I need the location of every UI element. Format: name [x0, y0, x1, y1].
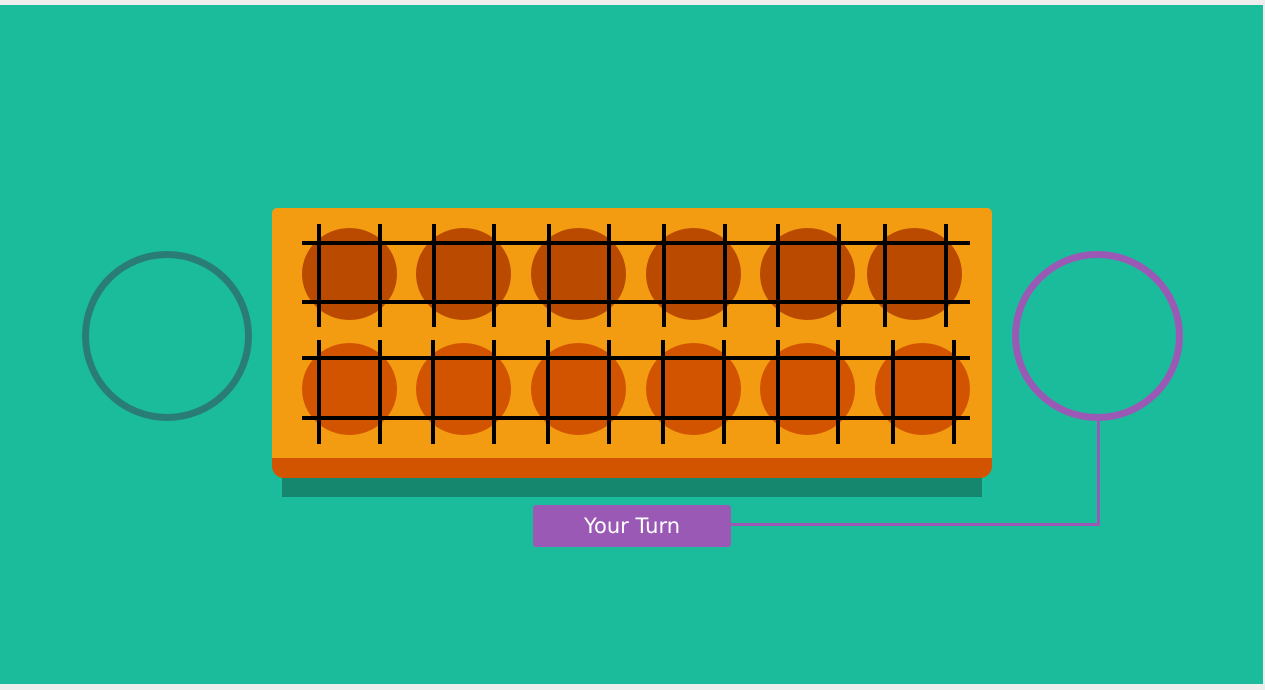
grid-line [378, 340, 382, 444]
grid-line [317, 340, 321, 444]
grid-line [317, 224, 321, 327]
turn-connector-horizontal [730, 523, 1100, 526]
grid-line [776, 340, 780, 444]
grid-line [492, 224, 496, 327]
mancala-board [272, 208, 992, 458]
grid-line [607, 224, 611, 327]
opponent-store [82, 251, 252, 421]
grid-line [662, 224, 666, 327]
grid-line [837, 224, 841, 327]
grid-line [723, 224, 727, 327]
grid-line [431, 340, 435, 444]
grid-line [378, 224, 382, 327]
grid-line [302, 241, 970, 245]
player-store [1012, 251, 1183, 421]
grid-line [952, 340, 956, 444]
grid-line [302, 416, 970, 420]
turn-connector-vertical [1097, 418, 1100, 526]
grid-line [661, 340, 665, 444]
grid-line [302, 300, 970, 304]
grid-line [302, 356, 970, 360]
turn-indicator: Your Turn [533, 505, 731, 547]
grid-line [607, 340, 611, 444]
grid-line [547, 224, 551, 327]
grid-line [891, 340, 895, 444]
grid-line [776, 224, 780, 327]
grid-line [944, 224, 948, 327]
grid-line [722, 340, 726, 444]
grid-line [836, 340, 840, 444]
grid-line [432, 224, 436, 327]
grid-line [492, 340, 496, 444]
grid-line [546, 340, 550, 444]
grid-line [883, 224, 887, 327]
